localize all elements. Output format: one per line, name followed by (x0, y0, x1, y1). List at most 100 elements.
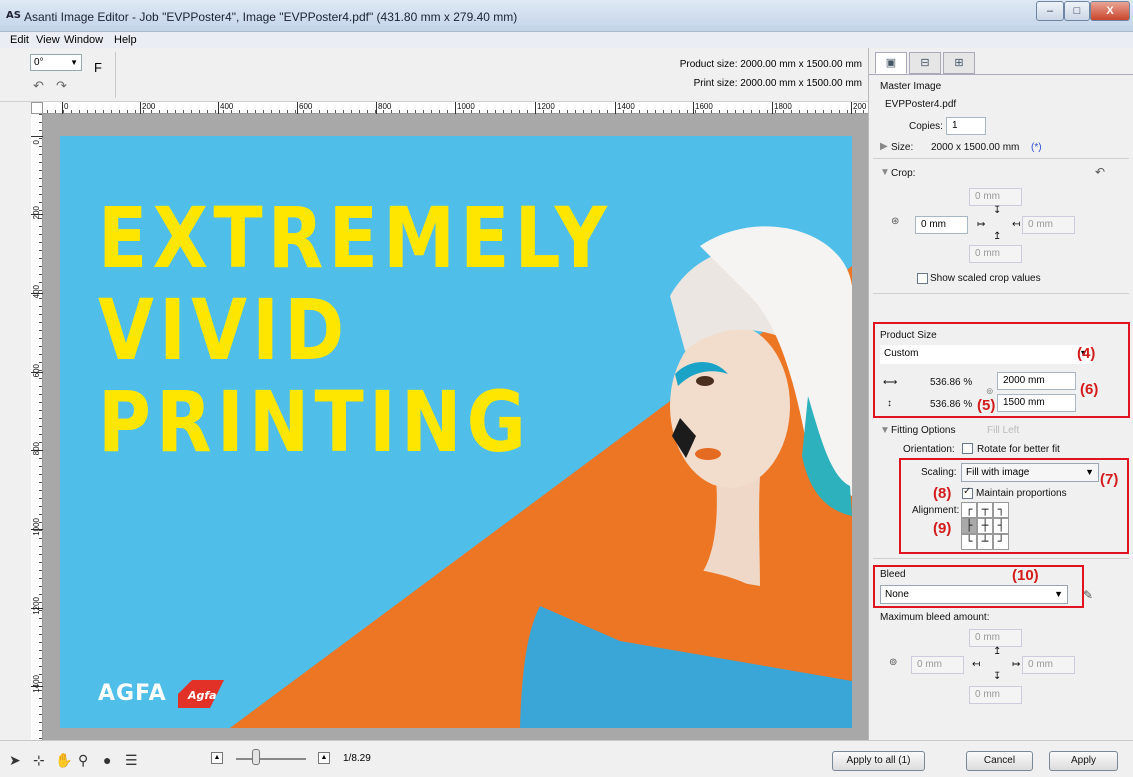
show-scaled-checkbox[interactable] (917, 273, 928, 284)
agfa-logo: Agfa (178, 680, 224, 708)
ruler-label: 0 (64, 102, 69, 111)
tab-underline (869, 74, 1133, 75)
left-gutter (0, 102, 31, 740)
bleed-bottom-field[interactable]: 0 mm (969, 686, 1022, 704)
rotation-select[interactable]: 0° ▼ (30, 54, 82, 71)
rotate-right-icon[interactable]: ↷ (56, 78, 67, 94)
link-icon[interactable]: ⊛ (891, 216, 899, 227)
annotation-10: (10) (1012, 567, 1039, 584)
maximize-button[interactable]: □ (1064, 1, 1090, 21)
cancel-button[interactable]: Cancel (966, 751, 1033, 771)
hand-icon[interactable]: ✋ (55, 752, 72, 769)
zoom-level[interactable]: 1/8.29 (343, 753, 371, 764)
crop-label: Crop: (891, 168, 916, 179)
reset-icon[interactable]: ↶ (1095, 165, 1105, 179)
toolbar-divider (115, 52, 116, 98)
edit-pencil-icon[interactable]: ✎ (1083, 588, 1093, 602)
headline-line-3: PRINTING (98, 373, 532, 471)
preview-icon[interactable]: ● (103, 752, 111, 768)
image-filename: EVPPoster4.pdf (885, 99, 957, 110)
copies-label: Copies: (909, 121, 943, 132)
zoom-out-icon[interactable]: ▲ (211, 752, 223, 764)
expand-arrow-icon[interactable]: ▶ (880, 141, 888, 152)
minimize-button[interactable]: – (1036, 1, 1064, 21)
apply-button[interactable]: Apply (1049, 751, 1118, 771)
link-icon[interactable]: ⊚ (889, 657, 897, 668)
window-title: Asanti Image Editor - Job "EVPPoster4", … (24, 10, 518, 24)
arrow-up-icon: ↥ (993, 646, 1002, 657)
rotate-left-icon[interactable]: ↶ (33, 78, 44, 94)
annotation-box-fitting (899, 458, 1129, 554)
rotate-checkbox[interactable] (962, 443, 973, 454)
tab-layout[interactable]: ⊟ (909, 52, 941, 74)
collapse-arrow-icon[interactable]: ▼ (880, 425, 890, 436)
image-canvas[interactable]: EXTREMELY VIVID PRINTING AGFA Agfa (43, 114, 868, 740)
arrow-down-icon: ↧ (993, 205, 1002, 216)
annotation-4: (4) (1077, 345, 1096, 362)
adjust-icon[interactable]: ☰ (125, 752, 138, 769)
ruler-label: 1000 (32, 518, 41, 536)
flip-indicator: F (94, 60, 102, 75)
arrow-right-icon: ↦ (1012, 659, 1021, 670)
arrow-left-icon: ↤ (972, 659, 981, 670)
menu-bar: Edit View Window Help (0, 32, 1133, 48)
poster-image: EXTREMELY VIVID PRINTING AGFA Agfa (60, 136, 852, 728)
crop-left-field[interactable]: 0 mm (915, 216, 968, 234)
menu-help[interactable]: Help (114, 34, 137, 46)
close-button[interactable]: X (1090, 1, 1130, 21)
ruler-label: 0 (32, 140, 41, 145)
copies-field[interactable]: 1 (946, 117, 986, 135)
annotation-6: (6) (1080, 381, 1099, 398)
ruler-label: 200 (32, 206, 41, 220)
ruler-label: 1000 (457, 102, 475, 111)
collapse-arrow-icon[interactable]: ▼ (880, 167, 890, 178)
crop-right-field[interactable]: 0 mm (1022, 216, 1075, 234)
crop-icon[interactable]: ⊹ (33, 752, 45, 769)
menu-view[interactable]: View (36, 34, 60, 46)
max-bleed-label: Maximum bleed amount: (880, 612, 990, 623)
zoom-slider-track[interactable] (236, 758, 306, 760)
fill-left-label: Fill Left (987, 425, 1020, 436)
menu-window[interactable]: Window (64, 34, 103, 46)
divider (873, 558, 1129, 559)
arrow-left-icon: ↤ (1012, 219, 1021, 230)
ruler-label: 1400 (617, 102, 635, 111)
menu-edit[interactable]: Edit (10, 34, 29, 46)
show-scaled-label: Show scaled crop values (930, 273, 1041, 284)
bleed-right-field[interactable]: 0 mm (1022, 656, 1075, 674)
crop-bottom-field[interactable]: 0 mm (969, 245, 1022, 263)
size-label: Size: (891, 142, 914, 153)
app-icon: AS (6, 10, 21, 21)
image-toolbar: 0° ▼ F ↶ ↷ Product size: 2000.00 mm x 15… (0, 48, 868, 102)
arrow-up-icon: ↥ (993, 231, 1002, 242)
bleed-top-field[interactable]: 0 mm (969, 629, 1022, 647)
zoom-in-icon[interactable]: ▲ (318, 752, 330, 764)
bottom-toolbar: ➤ ⊹ ✋ ⚲ ● ☰ ▲ ▲ 1/8.29 Apply to all (1) … (0, 740, 1133, 777)
pointer-icon[interactable]: ➤ (9, 752, 21, 769)
ruler-label: 200 (853, 102, 867, 111)
ruler-label: 600 (299, 102, 313, 111)
ruler-label: 200 (142, 102, 156, 111)
ruler-label: 800 (378, 102, 392, 111)
annotation-box-product-size (873, 322, 1130, 418)
annotation-8: (8) (933, 485, 952, 502)
crop-top-field[interactable]: 0 mm (969, 188, 1022, 206)
tab-image[interactable]: ▣ (875, 52, 907, 74)
tab-tiles[interactable]: ⊞ (943, 52, 975, 74)
section-title-master-image: Master Image (880, 81, 942, 92)
ruler-label: 400 (220, 102, 234, 111)
arrow-right-icon: ↦ (977, 219, 986, 230)
zoom-icon[interactable]: ⚲ (78, 752, 88, 769)
ruler-corner (31, 102, 43, 114)
vertical-ruler: 0 200 400 600 800 1000 1200 1400 (31, 114, 43, 740)
ruler-label: 600 (32, 364, 41, 378)
zoom-slider-thumb[interactable] (252, 749, 260, 765)
bleed-left-field[interactable]: 0 mm (911, 656, 964, 674)
ruler-label: 1400 (32, 675, 41, 693)
size-marker: (*) (1031, 142, 1042, 153)
ruler-label: 1200 (32, 597, 41, 615)
annotation-9: (9) (933, 520, 952, 537)
apply-to-all-button[interactable]: Apply to all (1) (832, 751, 925, 771)
ruler-label: 1200 (537, 102, 555, 111)
annotation-5: (5) (977, 397, 996, 414)
